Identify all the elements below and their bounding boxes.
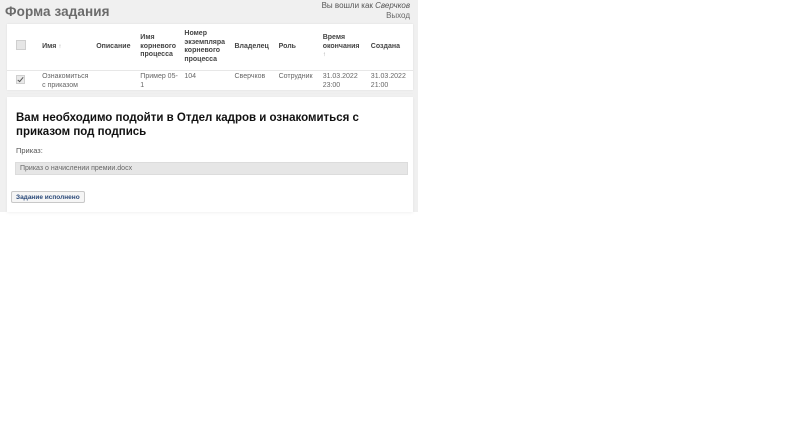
username: Сверчков <box>375 1 410 10</box>
task-role-cell: Сотрудник <box>276 70 321 94</box>
task-name-cell[interactable]: Ознакомиться с приказом <box>40 70 95 94</box>
table-row[interactable]: Ознакомиться с приказом Пример 05-1 104 … <box>7 70 413 94</box>
column-header-name[interactable]: Имя ↑ <box>40 24 95 71</box>
select-all-checkbox[interactable] <box>16 40 26 51</box>
logged-in-prefix: Вы вошли как <box>321 1 376 10</box>
task-form-card: Вам необходимо подойти в Отдел кадров и … <box>7 97 413 212</box>
sort-arrow-icon: ↑ <box>322 52 326 59</box>
logged-in-line: Вы вошли как Сверчков <box>322 1 410 11</box>
task-table: Имя ↑ Описание Имя корневого процесса Но… <box>7 24 413 94</box>
row-select-cell <box>7 70 41 94</box>
order-file-field[interactable]: Приказ о начислении премии.docx <box>15 162 408 175</box>
table-header-row: Имя ↑ Описание Имя корневого процесса Но… <box>7 24 413 71</box>
task-done-button[interactable]: Задание исполнено <box>11 191 85 203</box>
user-info: Вы вошли как Сверчков Выход <box>322 1 410 21</box>
column-header-created[interactable]: Создана <box>368 24 413 71</box>
task-description-cell <box>94 70 139 94</box>
row-checkbox[interactable] <box>16 75 25 84</box>
column-header-role[interactable]: Роль <box>276 24 321 71</box>
task-created-cell: 31.03.2022 21:00 <box>368 70 413 94</box>
order-field-label: Приказ: <box>16 146 43 155</box>
column-header-root-process-name[interactable]: Имя корневого процесса <box>138 24 183 71</box>
task-list-card: Имя ↑ Описание Имя корневого процесса Но… <box>7 24 413 94</box>
column-name-label: Имя <box>42 42 57 50</box>
column-header-owner[interactable]: Владелец <box>232 24 277 71</box>
column-deadline-label: Время окончания <box>322 34 360 50</box>
page-title: Форма задания <box>5 4 110 19</box>
logout-link[interactable]: Выход <box>322 11 410 21</box>
sort-arrow-icon: ↑ <box>58 43 62 50</box>
task-owner-cell: Сверчков <box>232 70 277 94</box>
task-deadline-cell: 31.03.2022 23:00 <box>320 70 369 94</box>
task-instance-number-cell: 104 <box>182 70 233 94</box>
task-form-heading: Вам необходимо подойти в Отдел кадров и … <box>16 112 359 138</box>
task-root-process-cell: Пример 05-1 <box>138 70 183 94</box>
column-header-root-instance-number[interactable]: Номер экземпляра корневого процесса <box>182 24 233 71</box>
column-header-description[interactable]: Описание <box>94 24 139 71</box>
select-all-cell <box>7 24 41 71</box>
column-header-deadline[interactable]: Время окончания ↑ <box>320 24 369 71</box>
